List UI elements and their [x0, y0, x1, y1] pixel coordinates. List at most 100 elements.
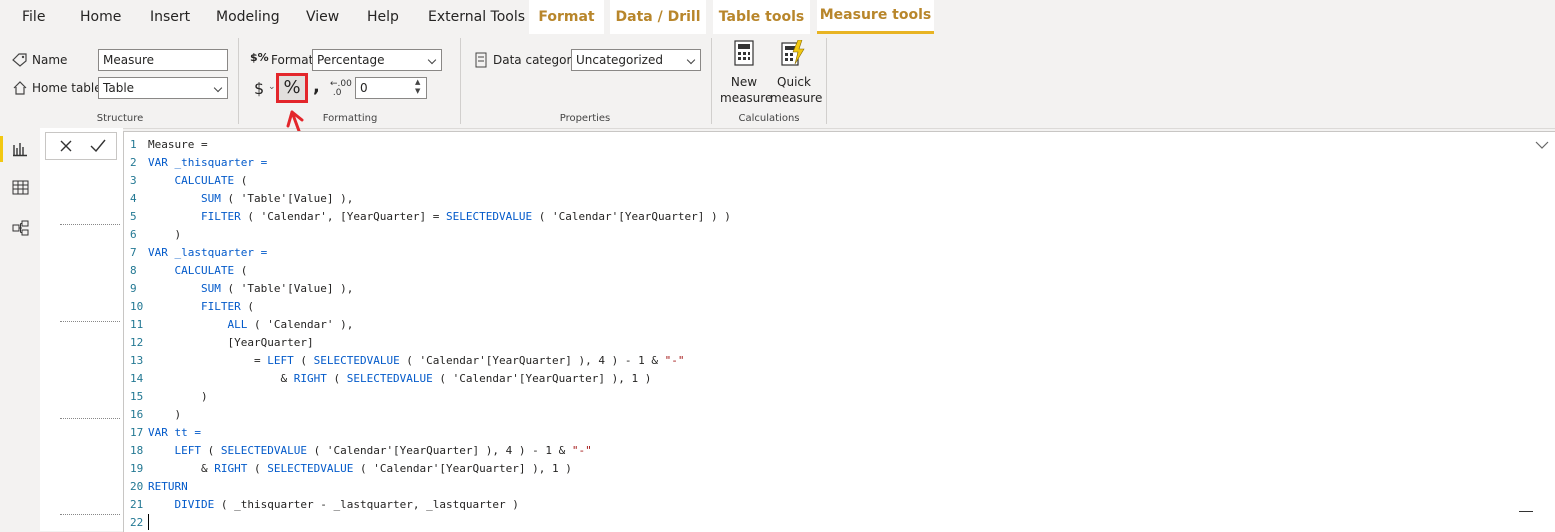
dax-editor[interactable]: 1 Measure = 2 VAR _thisquarter = 3 CALCULATE… [123, 131, 1555, 532]
code-line: 8 CALCULATE ( [124, 262, 731, 280]
quick-measure-label: Quick measure [770, 74, 822, 106]
code-text: CALCULATE ( [148, 172, 248, 190]
code-line: 13 = LEFT ( SELECTEDVALUE ( 'Calendar'[Y… [124, 352, 731, 370]
code-token: ( [201, 444, 221, 457]
code-token: SELECTEDVALUE [220, 444, 307, 457]
home-table-dropdown[interactable]: Table [98, 77, 228, 99]
properties-group-label: Properties [559, 113, 611, 124]
code-token: [YearQuarter] [148, 336, 314, 349]
code-text: ) [148, 388, 208, 406]
code-text: = LEFT ( SELECTEDVALUE ( 'Calendar'[Year… [148, 352, 685, 370]
code-token: VAR tt = [148, 426, 201, 439]
code-line: 2 VAR _thisquarter = [124, 154, 731, 172]
percent-button[interactable]: % [276, 73, 308, 103]
tab-table-tools[interactable]: Table tools [713, 0, 810, 34]
code-token: VAR _lastquarter = [148, 246, 268, 259]
code-token: "-" [664, 354, 685, 367]
code-text: FILTER ( 'Calendar', [YearQuarter] = SEL… [148, 208, 731, 226]
new-measure-button[interactable]: New measure [720, 40, 772, 106]
report-view-icon[interactable] [12, 141, 28, 157]
code-text: CALCULATE ( [148, 262, 248, 280]
chevron-down-icon[interactable]: ⌄ [268, 82, 276, 92]
tab-external-tools[interactable]: External Tools [428, 0, 525, 34]
quick-measure-button[interactable]: Quick measure [770, 40, 822, 106]
line-number: 18 [130, 444, 144, 457]
code-token: DIVIDE [174, 498, 215, 511]
line-number: 8 [130, 264, 137, 277]
code-token: & [148, 462, 215, 475]
commit-icon[interactable] [90, 139, 106, 152]
data-category-icon [475, 52, 487, 68]
code-token: ( 'Calendar' ), [247, 318, 354, 331]
tab-modeling[interactable]: Modeling [216, 0, 280, 34]
code-text: FILTER ( [148, 298, 254, 316]
collapse-chevron-icon[interactable] [1535, 140, 1549, 150]
decimal-places-icon[interactable]: ←.00 .0 [330, 80, 352, 98]
code-line: 3 CALCULATE ( [124, 172, 731, 190]
name-input[interactable]: Measure [98, 49, 228, 71]
code-line: 12 [YearQuarter] [124, 334, 731, 352]
formatting-group-label: Formatting [322, 113, 378, 124]
code-token: SUM [200, 192, 221, 205]
code-token: ( [326, 372, 347, 385]
cancel-icon[interactable] [60, 140, 72, 152]
calculations-group-label: Calculations [738, 113, 800, 124]
code-text: & RIGHT ( SELECTEDVALUE ( 'Calendar'[Yea… [148, 370, 651, 388]
divider [60, 514, 120, 515]
tab-file[interactable]: File [22, 0, 45, 34]
data-view-icon[interactable] [12, 180, 29, 195]
code-line: 19 & RIGHT ( SELECTEDVALUE ( 'Calendar'[… [124, 460, 731, 478]
line-number: 6 [130, 228, 137, 241]
tab-insert[interactable]: Insert [150, 0, 190, 34]
code-text: ALL ( 'Calendar' ), [148, 316, 353, 334]
separator [460, 38, 461, 124]
tab-home[interactable]: Home [80, 0, 121, 34]
code-token: ) [148, 408, 182, 421]
tab-data-drill[interactable]: Data / Drill [610, 0, 706, 34]
tab-format[interactable]: Format [529, 0, 604, 34]
code-text: LEFT ( SELECTEDVALUE ( 'Calendar'[YearQu… [148, 442, 592, 460]
code-token: Measure = [148, 138, 208, 151]
code-text: & RIGHT ( SELECTEDVALUE ( 'Calendar'[Yea… [148, 460, 572, 478]
formula-actions [45, 132, 117, 160]
new-measure-line1: New [730, 75, 758, 89]
new-measure-label: New measure [720, 74, 772, 106]
tag-icon [12, 53, 27, 67]
text-cursor [148, 514, 149, 530]
code-token: "-" [571, 444, 592, 457]
code-line: 21 DIVIDE ( _thisquarter - _lastquarter,… [124, 496, 731, 514]
line-number: 9 [130, 282, 137, 295]
code-line: 10 FILTER ( [124, 298, 731, 316]
code-token: = [148, 354, 268, 367]
comma-button[interactable]: , [313, 76, 320, 97]
format-dropdown[interactable]: Percentage [312, 49, 442, 71]
code-line: 17 VAR tt = [124, 424, 731, 442]
percent-symbol: % [283, 77, 301, 98]
tab-view[interactable]: View [306, 0, 339, 34]
data-category-dropdown[interactable]: Uncategorized [571, 49, 701, 71]
code-line: 1 Measure = [124, 136, 731, 154]
code-token: CALCULATE [174, 174, 235, 187]
tab-format-label: Format [538, 9, 595, 25]
model-view-icon[interactable] [12, 220, 29, 236]
format-icon: $% [250, 51, 269, 64]
code-area[interactable]: 1 Measure = 2 VAR _thisquarter = 3 CALCULATE… [124, 136, 731, 532]
tab-help[interactable]: Help [367, 0, 399, 34]
currency-button[interactable]: $ [254, 79, 264, 98]
code-line: 16 ) [124, 406, 731, 424]
code-text: SUM ( 'Table'[Value] ), [148, 280, 353, 298]
line-number: 5 [130, 210, 137, 223]
format-label: Format [271, 53, 314, 67]
code-text: RETURN [148, 478, 188, 496]
code-line: 14 & RIGHT ( SELECTEDVALUE ( 'Calendar'[… [124, 370, 731, 388]
code-text: DIVIDE ( _thisquarter - _lastquarter, _l… [148, 496, 519, 514]
code-token: ( 'Calendar'[YearQuarter] ) ) [532, 210, 731, 223]
code-token: LEFT [267, 354, 294, 367]
tab-measure-tools[interactable]: Measure tools [817, 0, 934, 34]
code-token: ( _thisquarter - _lastquarter, _lastquar… [214, 498, 519, 511]
quick-calculator-icon [781, 40, 805, 66]
spin-arrows-icon[interactable]: ▲ ▼ [415, 78, 420, 96]
code-token: SUM [200, 282, 221, 295]
